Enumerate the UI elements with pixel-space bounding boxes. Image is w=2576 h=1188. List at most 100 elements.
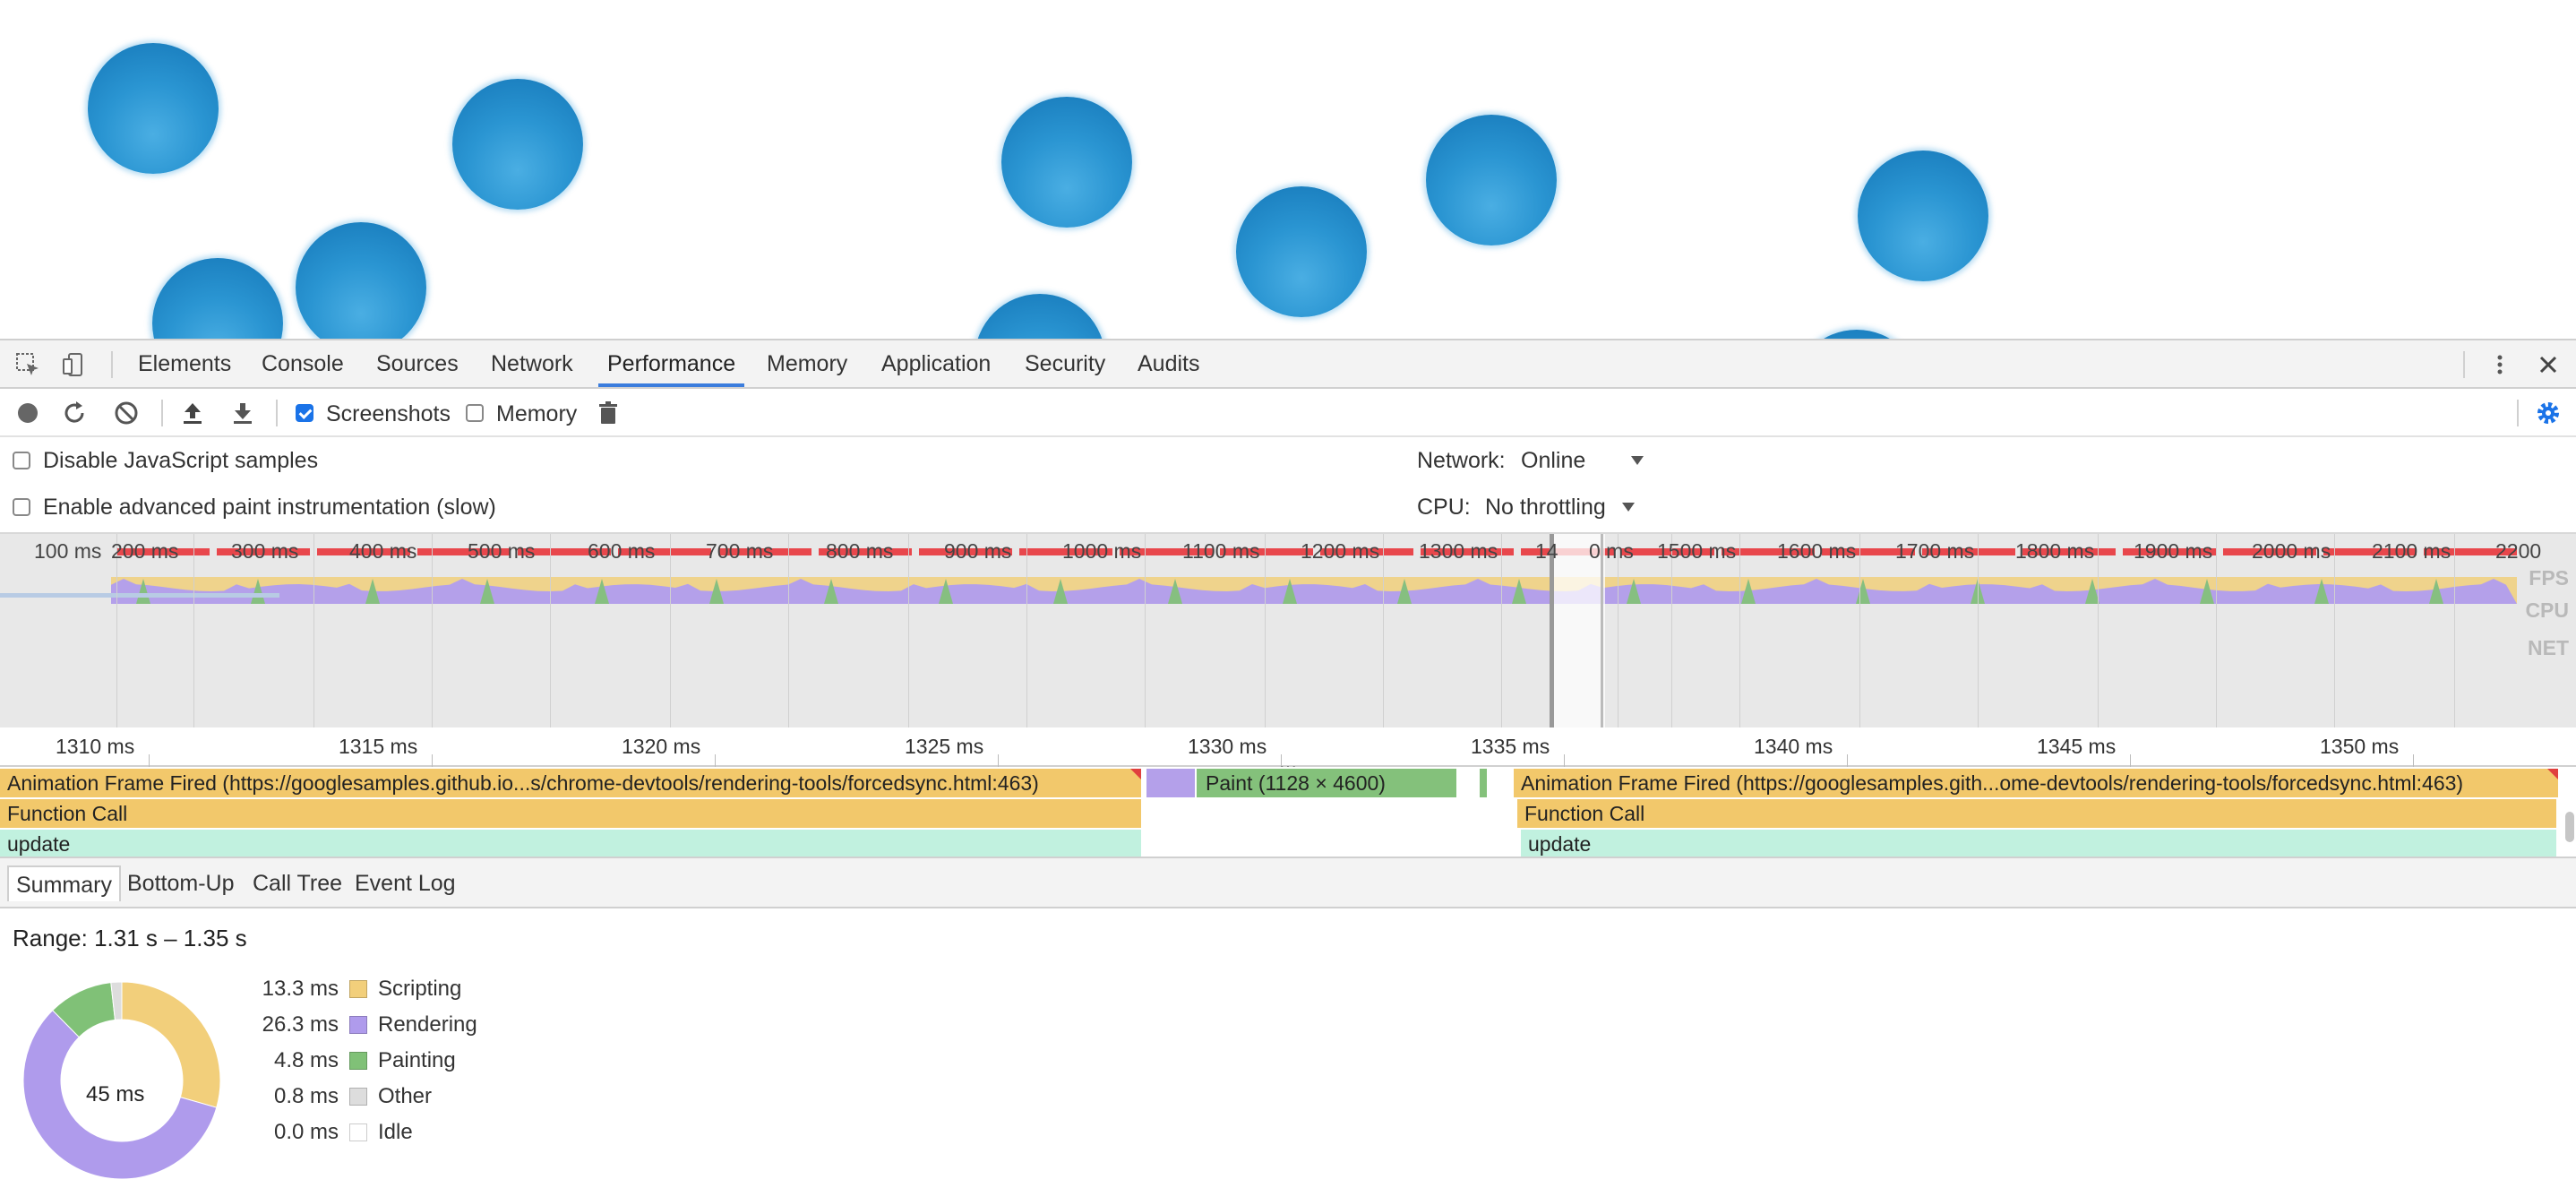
more-options-icon[interactable] [2486, 351, 2513, 378]
ruler-tick [715, 754, 716, 767]
ruler-tick [2413, 754, 2414, 767]
function-call-event[interactable]: Function Call [0, 799, 1141, 828]
timeline-overview[interactable]: FPS CPU NET 100 ms 200 ms 300 ms 400 ms 500 … [0, 534, 2576, 727]
recalculate-style-event[interactable] [1146, 769, 1195, 797]
trash-icon[interactable] [595, 400, 622, 426]
tab-sources[interactable]: Sources [367, 340, 468, 387]
ruler-tick [998, 754, 999, 767]
tab-bottom-up[interactable]: Bottom-Up [120, 865, 241, 901]
separator [276, 400, 278, 426]
tab-console[interactable]: Console [253, 340, 353, 387]
overview-ruler-label: 1900 ms [2134, 539, 2213, 563]
animation-frame-fired-event[interactable]: Animation Frame Fired (https://googlesam… [0, 769, 1141, 797]
grid-line [1026, 534, 1027, 727]
separator [2517, 400, 2519, 426]
tab-audits[interactable]: Audits [1129, 340, 1208, 387]
legend-swatch-painting [349, 1052, 367, 1070]
composite-event[interactable] [1480, 769, 1487, 797]
tab-network[interactable]: Network [482, 340, 582, 387]
animation-frame-fired-event[interactable]: Animation Frame Fired (https://googlesam… [1514, 769, 2558, 797]
update-event[interactable]: update [0, 830, 1141, 857]
overview-ruler-label: 1700 ms [1895, 539, 1975, 563]
function-call-event[interactable]: Function Call [1517, 799, 2556, 828]
event-warning-marker [2547, 769, 2558, 779]
legend-value: 0.0 ms [273, 1120, 339, 1144]
detail-ruler-label: 1340 ms [1754, 735, 1833, 758]
flame-chart[interactable]: Animation Frame Fired (https://googlesam… [0, 767, 2576, 858]
grid-line [788, 534, 789, 727]
chevron-down-icon[interactable] [1628, 452, 1646, 469]
grid-line [550, 534, 551, 727]
grid-line [193, 534, 194, 727]
grid-line [432, 534, 433, 727]
memory-checkbox[interactable] [466, 404, 484, 422]
chevron-down-icon[interactable] [1619, 498, 1637, 516]
overview-ruler-label: 2000 ms [2252, 539, 2331, 563]
overview-ruler-label: 1800 ms [2015, 539, 2095, 563]
devtools-panel: Elements Console Sources Network Perform… [0, 339, 2576, 1180]
tab-event-log[interactable]: Event Log [348, 865, 463, 901]
clear-icon[interactable] [113, 400, 140, 426]
detail-ruler-label: 1315 ms [339, 735, 418, 758]
record-icon[interactable] [14, 400, 41, 426]
grid-line [2334, 534, 2335, 727]
ball [1236, 186, 1367, 317]
overview-ruler-label: 500 ms [468, 539, 536, 563]
overview-ruler-label: 1000 ms [1062, 539, 1142, 563]
ball [152, 258, 283, 339]
grid-line [1383, 534, 1384, 727]
net-label: NET [2528, 636, 2569, 659]
screenshots-checkbox[interactable] [296, 404, 313, 422]
ball [452, 79, 583, 210]
devtools-tabbar: Elements Console Sources Network Perform… [0, 340, 2576, 389]
update-event[interactable]: update [1521, 830, 2556, 857]
tab-performance[interactable]: Performance [598, 340, 745, 387]
tab-call-tree[interactable]: Call Tree [245, 865, 349, 901]
overview-ruler-label: 1200 ms [1301, 539, 1380, 563]
pie-total-label: 45 ms [86, 1082, 145, 1106]
inspect-element-icon[interactable] [14, 351, 41, 378]
device-toolbar-icon[interactable] [61, 351, 88, 378]
tab-application[interactable]: Application [872, 340, 1000, 387]
detail-ruler-label: 1320 ms [622, 735, 701, 758]
overview-ruler-label: 900 ms [944, 539, 1012, 563]
overview-ruler-label: 800 ms [826, 539, 894, 563]
save-profile-icon[interactable] [229, 400, 256, 426]
grid-line [1501, 534, 1502, 727]
ball [296, 222, 426, 339]
load-profile-icon[interactable] [179, 400, 206, 426]
legend-value: 13.3 ms [262, 977, 339, 1001]
close-icon[interactable] [2535, 351, 2562, 378]
tab-security[interactable]: Security [1016, 340, 1114, 387]
legend-label: Rendering [378, 1012, 477, 1037]
tab-summary[interactable]: Summary [7, 865, 121, 901]
detail-ruler-label: 1330 ms [1188, 735, 1267, 758]
ruler-tick [2130, 754, 2131, 767]
capture-settings-gear-icon[interactable] [2535, 400, 2562, 426]
overview-ruler-label: 1500 ms [1657, 539, 1737, 563]
overview-ruler-label: 1300 ms [1419, 539, 1498, 563]
grid-line [1265, 534, 1266, 727]
reload-record-icon[interactable] [61, 400, 88, 426]
network-throttle-select[interactable]: Online [1521, 448, 1585, 474]
disable-js-samples-label: Disable JavaScript samples [43, 448, 319, 473]
tab-elements[interactable]: Elements [129, 340, 240, 387]
screenshots-label: Screenshots [326, 401, 451, 426]
legend-value: 0.8 ms [273, 1084, 339, 1108]
memory-label: Memory [496, 401, 578, 426]
separator [161, 400, 163, 426]
event-warning-marker [1130, 769, 1141, 779]
summary-pie-chart [22, 981, 221, 1180]
legend-label: Scripting [378, 977, 462, 1001]
flame-scrollbar[interactable] [2565, 812, 2574, 842]
paint-event[interactable]: Paint (1128 × 4600) [1197, 769, 1456, 797]
tab-memory[interactable]: Memory [758, 340, 856, 387]
cpu-throttle-select[interactable]: No throttling [1485, 495, 1606, 521]
disable-js-samples-checkbox[interactable] [13, 452, 30, 469]
grid-line [2098, 534, 2099, 727]
enable-paint-instrumentation-checkbox[interactable] [13, 498, 30, 516]
range-text: Range: 1.31 s – 1.35 s [13, 925, 247, 951]
ball [1426, 115, 1557, 245]
capture-settings: Disable JavaScript samples Enable advanc… [0, 437, 2576, 534]
overview-ruler-label: 200 ms [111, 539, 179, 563]
